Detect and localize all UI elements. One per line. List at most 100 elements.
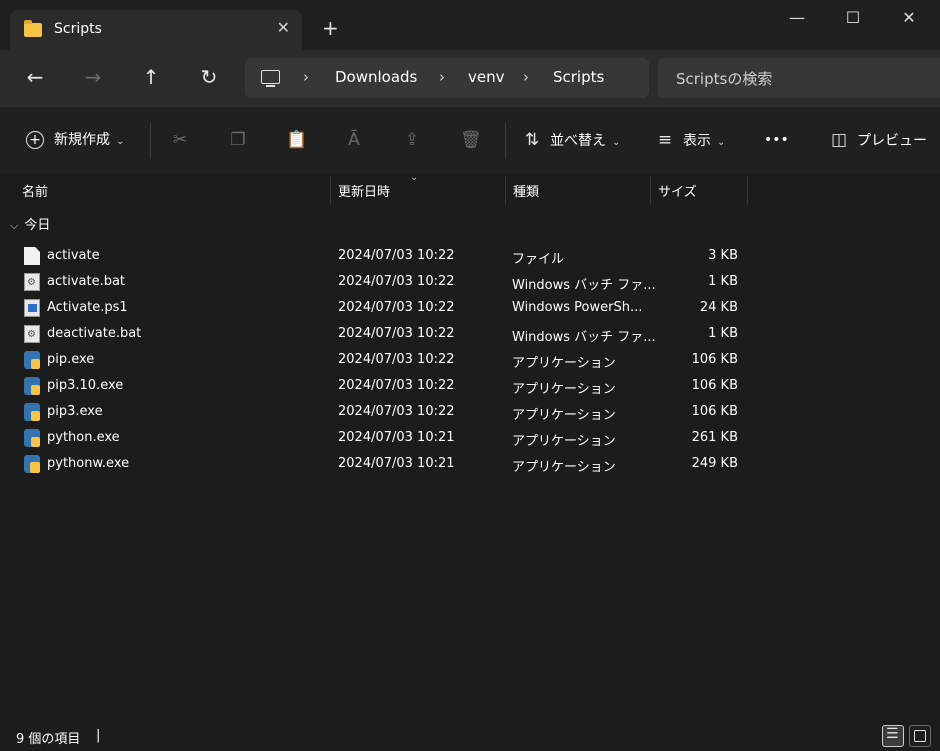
- pythonw-exe-icon: [24, 455, 40, 473]
- sort-indicator-icon: ⌄: [410, 172, 419, 183]
- file-row[interactable]: pythonw.exe 2024/07/03 10:21 アプリケーション 24…: [0, 451, 940, 477]
- file-name: python.exe: [47, 430, 120, 445]
- share-button[interactable]: ⇪: [402, 127, 430, 153]
- new-button[interactable]: + 新規作成 ⌄: [26, 127, 124, 153]
- file-row[interactable]: activate.bat 2024/07/03 10:22 Windows バッ…: [0, 269, 940, 295]
- file-row[interactable]: Activate.ps1 2024/07/03 10:22 Windows Po…: [0, 295, 940, 321]
- python-exe-icon: [24, 403, 40, 421]
- copy-icon: ❐: [230, 130, 246, 150]
- minimize-button[interactable]: —: [777, 8, 817, 30]
- title-bar: Scripts ✕ + — ☐ ✕: [0, 0, 940, 50]
- more-options-button[interactable]: •••: [764, 127, 789, 153]
- collapse-chevron-icon[interactable]: ⌵: [10, 219, 18, 232]
- column-header-size[interactable]: サイズ: [658, 181, 697, 200]
- column-header-date[interactable]: 更新日時: [338, 181, 390, 200]
- breadcrumb-separator[interactable]: ›: [303, 68, 309, 86]
- copy-button[interactable]: ❐: [228, 127, 256, 153]
- address-bar[interactable]: › Downloads › venv › Scripts: [245, 58, 649, 98]
- file-date: 2024/07/03 10:22: [338, 248, 455, 263]
- status-separator: |: [96, 728, 101, 743]
- divider: [150, 123, 151, 159]
- search-input[interactable]: Scriptsの検索: [658, 58, 940, 98]
- tab-close-icon[interactable]: ✕: [277, 18, 290, 37]
- file-date: 2024/07/03 10:22: [338, 378, 455, 393]
- file-type: アプリケーション: [512, 408, 616, 423]
- chevron-down-icon: ⌄: [612, 137, 621, 148]
- file-date: 2024/07/03 10:22: [338, 274, 455, 289]
- file-name: pip3.10.exe: [47, 378, 124, 393]
- breadcrumb-separator[interactable]: ›: [523, 68, 529, 86]
- column-divider[interactable]: [505, 176, 506, 204]
- file-row[interactable]: activate 2024/07/03 10:22 ファイル 3 KB: [0, 243, 940, 269]
- file-type: Windows バッチ ファ...: [512, 330, 656, 345]
- sort-button[interactable]: ⇅ 並べ替え ⌄: [522, 127, 621, 153]
- close-window-button[interactable]: ✕: [889, 8, 929, 30]
- chevron-down-icon: ⌄: [717, 137, 726, 148]
- delete-button[interactable]: 🗑: [460, 127, 488, 153]
- list-view-icon: ≡: [657, 130, 673, 150]
- file-date: 2024/07/03 10:22: [338, 300, 455, 315]
- python-exe-icon: [24, 429, 40, 447]
- forward-button[interactable]: →: [80, 64, 106, 90]
- details-view-button[interactable]: [882, 725, 904, 747]
- column-header-name[interactable]: 名前: [22, 181, 48, 200]
- file-type: アプリケーション: [512, 460, 616, 475]
- group-header-today[interactable]: ⌵ 今日: [10, 214, 50, 233]
- column-divider[interactable]: [747, 176, 748, 204]
- file-type: Windows PowerSh...: [512, 300, 643, 315]
- sort-button-label: 並べ替え: [550, 133, 606, 149]
- this-pc-icon[interactable]: [261, 70, 280, 87]
- back-button[interactable]: ←: [22, 64, 48, 90]
- file-row[interactable]: pip.exe 2024/07/03 10:22 アプリケーション 106 KB: [0, 347, 940, 373]
- file-size: 106 KB: [691, 378, 738, 393]
- chevron-down-icon: ⌄: [116, 136, 125, 147]
- view-button-label: 表示: [683, 133, 711, 149]
- tab-title: Scripts: [54, 21, 102, 37]
- file-row[interactable]: pip3.10.exe 2024/07/03 10:22 アプリケーション 10…: [0, 373, 940, 399]
- column-divider[interactable]: [330, 176, 331, 204]
- cut-button[interactable]: ✂: [170, 127, 198, 153]
- column-header-type[interactable]: 種類: [513, 181, 539, 200]
- item-count: 9 個の項目: [16, 732, 81, 747]
- tiles-view-button[interactable]: [909, 725, 931, 747]
- file-type: Windows バッチ ファ...: [512, 278, 656, 293]
- trash-icon: 🗑: [460, 130, 482, 150]
- command-bar: + 新規作成 ⌄ ✂ ❐ 📋 Ā ⇪ 🗑 ⇅ 並べ替え ⌄ ≡ 表示 ⌄ ••• ◫ プレビュ…: [0, 106, 940, 175]
- rename-button[interactable]: Ā: [344, 127, 372, 153]
- file-row[interactable]: pip3.exe 2024/07/03 10:22 アプリケーション 106 K…: [0, 399, 940, 425]
- file-type: アプリケーション: [512, 382, 616, 397]
- file-date: 2024/07/03 10:22: [338, 326, 455, 341]
- breadcrumb-scripts[interactable]: Scripts: [553, 68, 604, 86]
- file-size: 1 KB: [708, 274, 738, 289]
- file-type: アプリケーション: [512, 356, 616, 371]
- new-tab-button[interactable]: +: [322, 18, 339, 38]
- column-divider[interactable]: [650, 176, 651, 204]
- status-bar: 9 個の項目 |: [0, 722, 940, 751]
- file-name: activate: [47, 248, 100, 263]
- file-row[interactable]: python.exe 2024/07/03 10:21 アプリケーション 261…: [0, 425, 940, 451]
- file-date: 2024/07/03 10:21: [338, 456, 455, 471]
- share-icon: ⇪: [404, 130, 420, 150]
- file-size: 106 KB: [691, 404, 738, 419]
- powershell-file-icon: [24, 299, 40, 317]
- refresh-button[interactable]: ↻: [196, 64, 222, 90]
- view-button[interactable]: ≡ 表示 ⌄: [655, 127, 726, 153]
- up-button[interactable]: ↑: [138, 64, 164, 90]
- breadcrumb-venv[interactable]: venv: [468, 68, 505, 86]
- preview-button[interactable]: ◫ プレビュー: [829, 127, 927, 153]
- tab-scripts[interactable]: Scripts ✕: [10, 10, 302, 50]
- breadcrumb-separator[interactable]: ›: [439, 68, 445, 86]
- maximize-button[interactable]: ☐: [833, 8, 873, 30]
- group-label: 今日: [24, 218, 51, 233]
- file-size: 106 KB: [691, 352, 738, 367]
- python-exe-icon: [24, 377, 40, 395]
- batch-file-icon: [24, 273, 40, 291]
- file-row[interactable]: deactivate.bat 2024/07/03 10:22 Windows …: [0, 321, 940, 347]
- breadcrumb-downloads[interactable]: Downloads: [335, 68, 417, 86]
- batch-file-icon: [24, 325, 40, 343]
- plus-circle-icon: +: [26, 131, 44, 149]
- folder-icon: [24, 20, 42, 37]
- file-size: 3 KB: [708, 248, 738, 263]
- file-size: 249 KB: [691, 456, 738, 471]
- paste-button[interactable]: 📋: [286, 127, 314, 153]
